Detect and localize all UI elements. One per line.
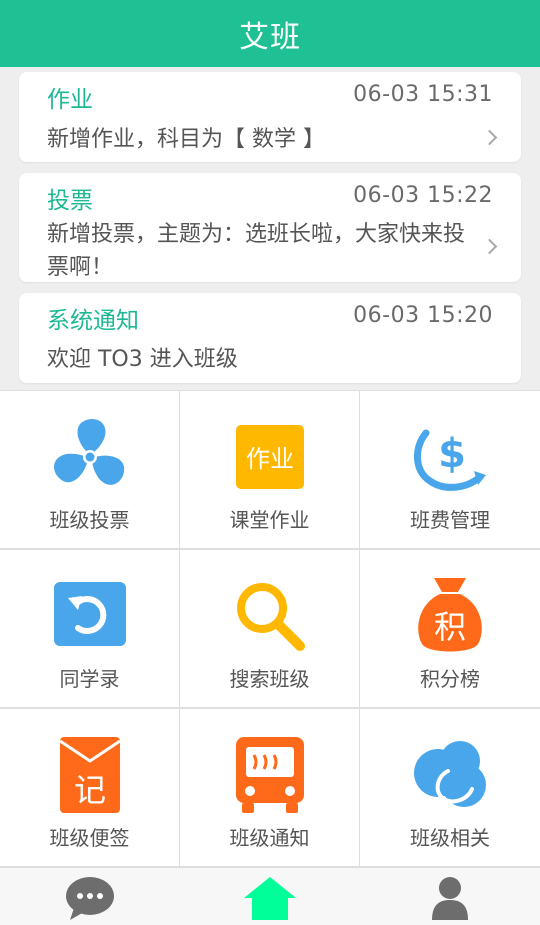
notification-title: 作业 — [47, 87, 93, 113]
grid-item-homework[interactable]: 作业 课堂作业 — [180, 390, 360, 549]
chevron-right-icon — [481, 238, 498, 255]
grid-item-label: 班级投票 — [49, 508, 130, 532]
grid-item-leaderboard[interactable]: 积 积分榜 — [360, 549, 540, 708]
grid-item-label: 搜索班级 — [229, 667, 310, 691]
grid-item-classmates[interactable]: 同学录 — [0, 549, 180, 708]
grid-item-class-fee[interactable]: $ 班费管理 — [360, 390, 540, 549]
notification-time: 06-03 15:22 — [353, 183, 493, 208]
bus-icon — [228, 733, 312, 817]
app-header: 艾班 — [0, 0, 540, 67]
grid-item-class-vote[interactable]: 班级投票 — [0, 390, 180, 549]
cloud-icon — [408, 733, 492, 817]
notification-text: 欢迎 TO3 进入班级 — [47, 347, 238, 372]
nav-messages[interactable] — [60, 874, 120, 922]
bottom-nav — [0, 867, 540, 925]
nav-profile[interactable] — [420, 874, 480, 922]
notification-card-vote[interactable]: 投票 06-03 15:22 新增投票，主题为：选班长啦，大家快来投票啊！ — [19, 173, 521, 282]
notification-card-homework[interactable]: 作业 06-03 15:31 新增作业，科目为【 数学 】 — [19, 72, 521, 162]
svg-text:记: 记 — [73, 771, 105, 809]
dollar-coin-icon: $ — [408, 415, 492, 499]
grid-item-label: 班费管理 — [410, 508, 490, 532]
app-screen: 艾班 作业 06-03 15:31 新增作业，科目为【 数学 】 投票 06-0… — [0, 0, 540, 925]
page-title: 艾班 — [239, 19, 301, 55]
grid-item-class-related[interactable]: 班级相关 — [360, 708, 540, 867]
chevron-right-icon — [481, 129, 498, 146]
notification-card-system[interactable]: 系统通知 06-03 15:20 欢迎 TO3 进入班级 — [19, 293, 521, 383]
grid-item-label: 课堂作业 — [229, 508, 310, 532]
svg-text:$: $ — [438, 431, 466, 477]
user-icon — [432, 877, 468, 920]
grid-item-label: 班级通知 — [229, 826, 310, 850]
notification-time: 06-03 15:20 — [353, 303, 493, 328]
feature-grid: 班级投票 作业 课堂作业 $ 班费管理 同学录 搜索班级 积 积分榜 记 班级便… — [0, 390, 540, 867]
grid-item-label: 积分榜 — [420, 667, 480, 691]
search-icon — [228, 574, 312, 658]
notification-title: 投票 — [47, 188, 93, 214]
homework-icon: 作业 — [228, 415, 312, 499]
grid-item-label: 同学录 — [59, 667, 120, 691]
grid-item-class-notice[interactable]: 班级通知 — [180, 708, 360, 867]
refresh-icon — [48, 574, 132, 658]
chat-icon — [66, 877, 114, 920]
home-icon — [244, 877, 296, 920]
svg-text:作业: 作业 — [246, 445, 294, 473]
money-bag-icon: 积 — [408, 574, 492, 658]
grid-item-label: 班级便签 — [49, 826, 130, 850]
notification-text: 新增作业，科目为【 数学 】 — [47, 127, 325, 152]
fan-icon — [48, 415, 132, 499]
grid-item-search-class[interactable]: 搜索班级 — [180, 549, 360, 708]
notification-text: 新增投票，主题为：选班长啦，大家快来投票啊！ — [47, 222, 466, 280]
grid-item-label: 班级相关 — [410, 826, 490, 850]
notification-time: 06-03 15:31 — [353, 82, 493, 107]
red-envelope-icon: 记 — [48, 733, 132, 817]
grid-item-class-notes[interactable]: 记 班级便签 — [0, 708, 180, 867]
nav-home[interactable] — [240, 874, 300, 922]
svg-text:积: 积 — [434, 608, 466, 646]
notification-title: 系统通知 — [47, 308, 139, 334]
